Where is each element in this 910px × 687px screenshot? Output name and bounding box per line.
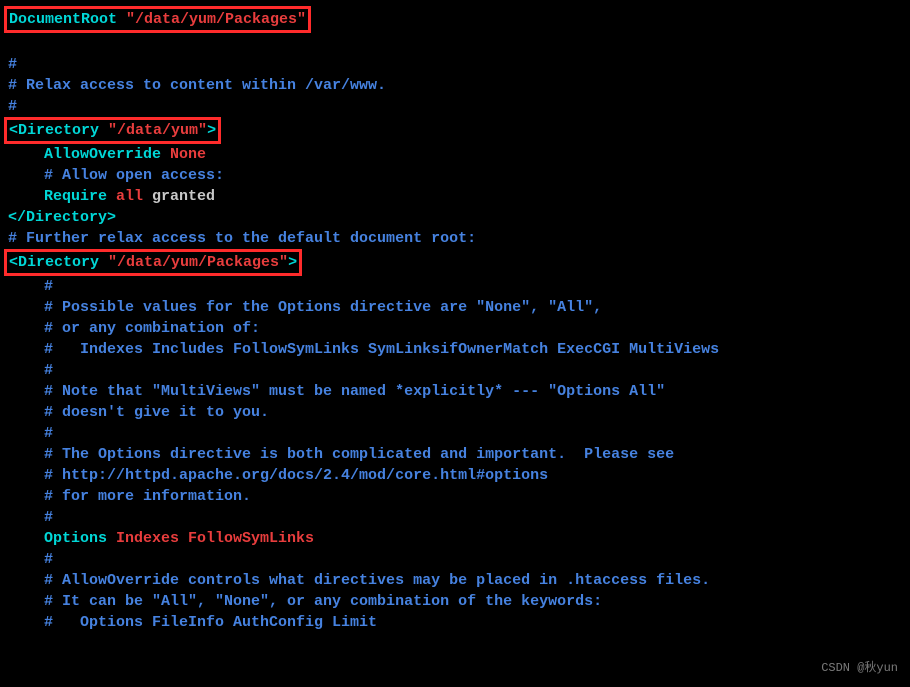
directive-directory: <Directory [9, 254, 108, 271]
directive-documentroot: DocumentRoot [9, 11, 126, 28]
path-value: "/data/yum/Packages" [126, 11, 306, 28]
bracket-close: > [288, 254, 297, 271]
highlight-box-2: <Directory "/data/yum"> [4, 117, 221, 144]
highlight-box-3: <Directory "/data/yum/Packages"> [4, 249, 302, 276]
directive-directory-close: </Directory> [8, 207, 902, 228]
comment-line: # [8, 54, 902, 75]
comment-line: # [8, 360, 902, 381]
code-line-require: Require all granted [8, 186, 902, 207]
code-line-options: Options Indexes FollowSymLinks [8, 528, 902, 549]
comment-line: # [8, 276, 902, 297]
bracket-close: > [207, 122, 216, 139]
blank-line [8, 33, 902, 54]
comment-line: # [8, 507, 902, 528]
code-line-directory2: <Directory "/data/yum/Packages"> [8, 249, 902, 276]
comment-line: # It can be "All", "None", or any combin… [8, 591, 902, 612]
code-line-directory1: <Directory "/data/yum"> [8, 117, 902, 144]
comment-line: # doesn't give it to you. [8, 402, 902, 423]
code-line-allowoverride: AllowOverride None [8, 144, 902, 165]
path-value: "/data/yum" [108, 122, 207, 139]
comment-line: # Options FileInfo AuthConfig Limit [8, 612, 902, 633]
path-value: "/data/yum/Packages" [108, 254, 288, 271]
directive-directory: <Directory [9, 122, 108, 139]
code-line-1: DocumentRoot "/data/yum/Packages" [8, 6, 902, 33]
comment-line: # for more information. [8, 486, 902, 507]
comment-line: # [8, 423, 902, 444]
highlight-box-1: DocumentRoot "/data/yum/Packages" [4, 6, 311, 33]
comment-line: # Possible values for the Options direct… [8, 297, 902, 318]
comment-line: # or any combination of: [8, 318, 902, 339]
comment-line: # AllowOverride controls what directives… [8, 570, 902, 591]
comment-line: # Note that "MultiViews" must be named *… [8, 381, 902, 402]
comment-line: # Allow open access: [8, 165, 902, 186]
comment-line: # Indexes Includes FollowSymLinks SymLin… [8, 339, 902, 360]
comment-line: # Further relax access to the default do… [8, 228, 902, 249]
watermark-text: CSDN @秋yun [821, 658, 898, 679]
comment-line: # [8, 549, 902, 570]
comment-line: # [8, 96, 902, 117]
comment-line: # Relax access to content within /var/ww… [8, 75, 902, 96]
comment-line: # http://httpd.apache.org/docs/2.4/mod/c… [8, 465, 902, 486]
comment-line: # The Options directive is both complica… [8, 444, 902, 465]
